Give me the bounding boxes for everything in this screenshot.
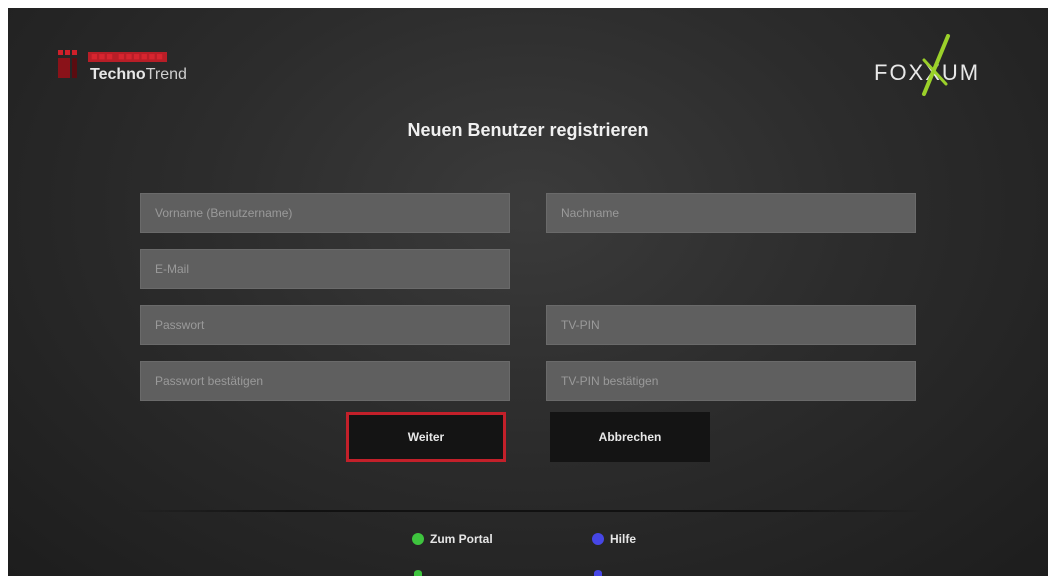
logo-word-trend: Trend: [145, 66, 187, 83]
last-name-input[interactable]: [559, 205, 903, 221]
tv-screen: ■■■ ■■■■■■ TechnoTrend FOXXUM Neuen Benu…: [8, 8, 1048, 576]
foxxum-logo: FOXXUM: [874, 30, 1004, 100]
page-title: Neuen Benutzer registrieren: [407, 120, 649, 140]
green-key-partial-icon: [414, 570, 422, 576]
blue-key-icon: [592, 533, 604, 545]
first-name-field[interactable]: [140, 193, 510, 233]
password-input[interactable]: [153, 317, 497, 333]
portal-hint[interactable]: Zum Portal: [412, 532, 493, 546]
password-confirm-input[interactable]: [153, 373, 497, 389]
help-hint[interactable]: Hilfe: [592, 532, 636, 546]
email-field[interactable]: [140, 249, 510, 289]
password-field[interactable]: [140, 305, 510, 345]
foxxum-x-icon: [922, 34, 950, 96]
tv-pin-confirm-field[interactable]: [546, 361, 916, 401]
technotrend-logo: ■■■ ■■■■■■ TechnoTrend: [58, 48, 238, 98]
last-name-field[interactable]: [546, 193, 916, 233]
help-hint-label: Hilfe: [610, 532, 637, 546]
tv-pin-confirm-input[interactable]: [559, 373, 903, 389]
next-button[interactable]: Weiter: [346, 412, 506, 462]
first-name-input[interactable]: [153, 205, 497, 221]
logo-word-techno: Techno: [90, 66, 146, 83]
cancel-button[interactable]: Abbrechen: [550, 412, 710, 462]
technotrend-mark-icon: [58, 50, 80, 80]
footer-divider: [128, 510, 928, 512]
password-confirm-field[interactable]: [140, 361, 510, 401]
tv-pin-field[interactable]: [546, 305, 916, 345]
logo-red-wordmark: ■■■ ■■■■■■: [88, 52, 167, 63]
portal-hint-label: Zum Portal: [430, 532, 493, 546]
blue-key-partial-icon: [594, 570, 602, 576]
email-input[interactable]: [153, 261, 497, 277]
green-key-icon: [412, 533, 424, 545]
logo-wordmark: TechnoTrend: [90, 66, 187, 84]
tv-pin-input[interactable]: [559, 317, 903, 333]
